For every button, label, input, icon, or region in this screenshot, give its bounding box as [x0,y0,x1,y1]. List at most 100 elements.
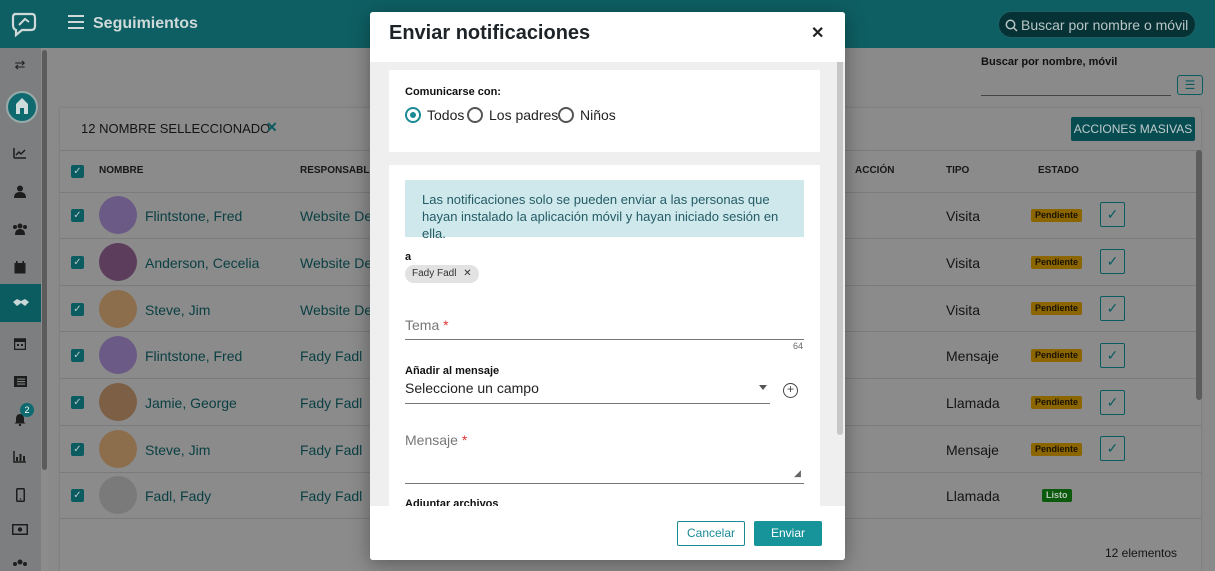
handshake-icon[interactable] [0,284,41,322]
row-responsible[interactable]: Fady Fadl [300,348,362,364]
row-name[interactable]: Flintstone, Fred [145,208,242,224]
row-name[interactable]: Steve, Jim [145,302,210,318]
name-search-label: Buscar por nombre, móvil [981,56,1118,68]
row-responsible[interactable]: Website Der [300,255,377,271]
row-name[interactable]: Flintstone, Fred [145,348,242,364]
chevron-down-icon[interactable] [759,385,767,390]
row-responsible[interactable]: Website Der [300,208,377,224]
dialog-body: Comunicarse con: Todos Los padres Niños … [370,50,845,506]
sidebar-scrollbar[interactable] [41,48,48,571]
radio-ninos-label[interactable]: Niños [580,107,616,123]
avatar [99,243,137,281]
radio-ninos[interactable] [558,107,574,123]
select-underline [405,403,770,404]
message-panel: Las notificaciones solo se pueden enviar… [389,165,820,506]
col-header-type[interactable]: TIPO [946,165,969,176]
radio-todos[interactable] [405,107,421,123]
user-icon[interactable] [11,182,29,200]
bulk-actions-button[interactable]: ACCIONES MASIVAS [1071,117,1195,141]
col-header-name[interactable]: NOMBRE [99,165,143,176]
search-icon [1005,19,1018,32]
items-count: 12 elementos [1105,546,1178,560]
swap-icon[interactable]: ⇄ [11,56,29,74]
resize-handle-icon[interactable]: ◢ [794,468,801,479]
list-icon[interactable] [11,372,29,390]
global-search-input[interactable]: Buscar por nombre o móvil [998,11,1196,38]
select-all-checkbox[interactable]: ✓ [71,165,84,178]
radio-los-padres-label[interactable]: Los padres [489,107,558,123]
dialog-footer: Cancelar Enviar [370,506,845,560]
row-name[interactable]: Jamie, George [145,395,237,411]
row-type: Visita [946,255,980,271]
row-type: Visita [946,302,980,318]
close-icon[interactable]: ✕ [811,23,824,43]
recipient-chip[interactable]: Fady Fadl ✕ [405,265,479,283]
row-checkbox[interactable]: ✓ [71,396,84,409]
subject-underline [405,339,804,340]
radio-los-padres[interactable] [467,107,483,123]
row-checkbox[interactable]: ✓ [71,489,84,502]
recipient-chip-label: Fady Fadl [412,268,457,279]
row-responsible[interactable]: Website Der [300,302,377,318]
church-icon [16,98,28,114]
row-responsible[interactable]: Fady Fadl [300,488,362,504]
complete-check-button[interactable]: ✓ [1100,296,1125,321]
radio-todos-label[interactable]: Todos [427,107,464,123]
row-type: Mensaje [946,442,999,458]
church-avatar[interactable] [6,91,38,123]
group-icon[interactable] [11,220,29,238]
remove-recipient-icon[interactable]: ✕ [463,268,471,279]
avatar [99,476,137,514]
table-scrollbar[interactable] [1196,150,1202,400]
menu-icon[interactable] [68,15,84,29]
people-group-icon[interactable] [11,556,29,571]
send-button[interactable]: Enviar [754,521,822,546]
row-name[interactable]: Anderson, Cecelia [145,255,259,271]
add-to-message-label: Añadir al mensaje [405,365,500,377]
row-checkbox[interactable]: ✓ [71,209,84,222]
message-field[interactable]: Mensaje * [405,432,467,448]
status-badge: Pendiente [1031,209,1083,222]
cancel-button[interactable]: Cancelar [677,521,745,546]
bar-chart-icon[interactable] [11,448,29,466]
row-type: Llamada [946,488,1000,504]
subject-field[interactable]: Tema * [405,317,449,333]
complete-check-button[interactable]: ✓ [1100,390,1125,415]
complete-check-button[interactable]: ✓ [1100,202,1125,227]
send-notifications-dialog: Comunicarse con: Todos Los padres Niños … [370,12,845,560]
mobile-icon[interactable] [11,486,29,504]
global-search-placeholder: Buscar por nombre o móvil [1021,17,1189,33]
complete-check-button[interactable]: ✓ [1100,436,1125,461]
filter-list-icon[interactable]: ☰ [1177,75,1203,95]
calendar-grid-icon[interactable] [11,334,29,352]
clear-selection-icon[interactable]: ✕ [266,119,278,136]
field-select[interactable]: Seleccione un campo [405,380,539,396]
dialog-scrollbar[interactable] [837,50,843,435]
row-name[interactable]: Steve, Jim [145,442,210,458]
dialog-header: Enviar notificaciones ✕ [370,12,845,62]
col-header-responsible[interactable]: RESPONSABLE [300,165,376,176]
add-field-icon[interactable]: + [783,383,798,398]
complete-check-button[interactable]: ✓ [1100,249,1125,274]
avatar [99,383,137,421]
avatar [99,290,137,328]
message-label: Mensaje [405,432,458,448]
complete-check-button[interactable]: ✓ [1100,343,1125,368]
row-responsible[interactable]: Fady Fadl [300,395,362,411]
app-logo-icon[interactable] [10,10,38,38]
col-header-status[interactable]: ESTADO [1038,165,1079,176]
status-badge: Pendiente [1031,302,1083,315]
row-checkbox[interactable]: ✓ [71,349,84,362]
chart-line-icon[interactable] [11,144,29,162]
to-label: a [405,251,412,263]
row-responsible[interactable]: Fady Fadl [300,442,362,458]
row-checkbox[interactable]: ✓ [71,443,84,456]
row-checkbox[interactable]: ✓ [71,256,84,269]
calendar-icon[interactable] [11,258,29,276]
money-icon[interactable] [11,520,29,538]
row-name[interactable]: Fadl, Fady [145,488,211,504]
message-underline [405,483,804,484]
name-search-input[interactable] [981,95,1171,96]
col-header-action[interactable]: ACCIÓN [855,165,894,176]
row-checkbox[interactable]: ✓ [71,303,84,316]
